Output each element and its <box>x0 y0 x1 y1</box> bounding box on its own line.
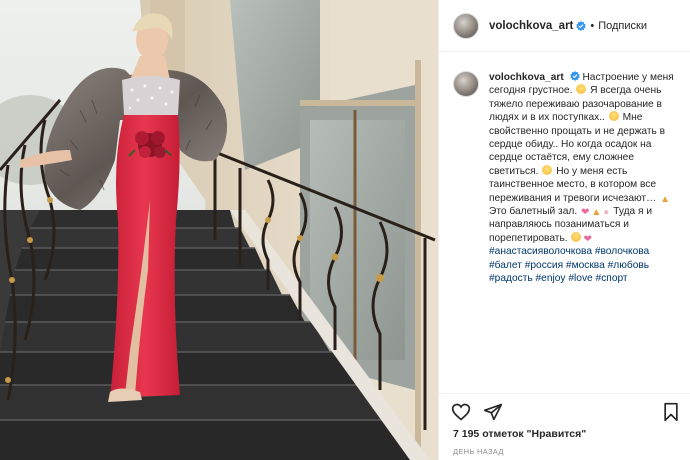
action-bar <box>439 393 690 425</box>
sad-face-emoji-icon <box>576 84 587 95</box>
verified-badge-icon <box>569 71 580 81</box>
caption-avatar[interactable] <box>453 71 479 97</box>
praying-hands-emoji-icon: ▲ <box>591 207 602 219</box>
caption-text-5: Это балетный зал. <box>489 206 578 218</box>
avatar[interactable] <box>453 12 479 39</box>
caption-username-link[interactable]: volochkova_art <box>489 72 564 83</box>
ballet-shoe-emoji-icon: ● <box>603 207 610 219</box>
paper-plane-icon[interactable] <box>483 402 503 422</box>
post-photo[interactable] <box>0 0 438 460</box>
hashtags[interactable]: #анастасияволочкова #волочкова #балет #р… <box>489 246 649 284</box>
separator-dot: • <box>590 19 595 32</box>
likes-count[interactable]: 7 195 отметок "Нравится" <box>453 428 586 440</box>
post-caption: volochkova_art Настроение у меня сегодня… <box>489 71 677 393</box>
post-image <box>0 0 438 460</box>
praying-hands-emoji-icon: ▲ <box>660 193 671 205</box>
verified-badge-icon <box>576 20 587 31</box>
heart-emoji-icon: ❤ <box>581 207 590 219</box>
following-button[interactable]: Подписки <box>598 20 647 32</box>
sad-face-emoji-icon <box>608 111 619 122</box>
heart-icon[interactable] <box>451 402 471 422</box>
post-header: volochkova_art • Подписки <box>439 0 690 52</box>
post-timestamp[interactable]: день назад <box>453 447 504 456</box>
post-side-panel: volochkova_art • Подписки volochkova_art… <box>438 0 690 460</box>
heart-emoji-icon: ❤ <box>583 233 592 245</box>
bookmark-icon[interactable] <box>661 402 681 422</box>
smiling-face-emoji-icon <box>571 231 582 242</box>
sad-face-emoji-icon <box>542 164 553 175</box>
comments-area: volochkova_art Настроение у меня сегодня… <box>439 53 690 393</box>
username-link[interactable]: volochkova_art <box>489 20 573 32</box>
